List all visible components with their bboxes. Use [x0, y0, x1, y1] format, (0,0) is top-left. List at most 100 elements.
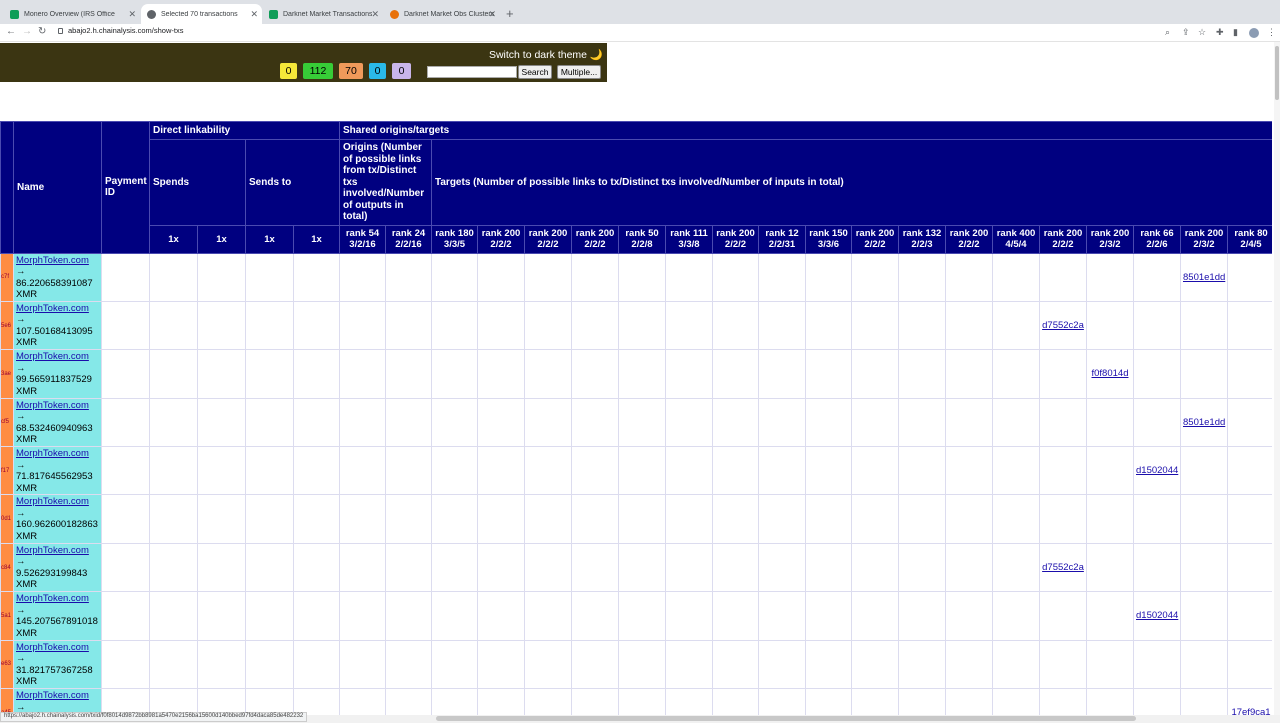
back-icon[interactable]: ← — [6, 26, 16, 37]
browser-tab-active[interactable]: Selected 70 transactions ✕ — [141, 4, 262, 24]
link-cell — [339, 300, 386, 351]
close-tab-icon[interactable]: ✕ — [488, 9, 496, 20]
service-link[interactable]: MorphToken.com — [16, 255, 89, 266]
link-cell — [945, 542, 993, 593]
tx-side-label[interactable]: 3ae — [0, 349, 14, 399]
service-link[interactable]: MorphToken.com — [16, 400, 89, 411]
menu-icon[interactable]: ⋮ — [1267, 27, 1276, 38]
search-button[interactable]: Search — [518, 65, 552, 79]
browser-tab[interactable]: Darknet Market Obs Clusters ✕ — [384, 4, 500, 24]
tx-hash-link[interactable]: f0f8014d — [1092, 368, 1129, 379]
tx-side-label[interactable]: 5a1 — [0, 591, 14, 641]
service-link[interactable]: MorphToken.com — [16, 545, 89, 556]
tx-side-label[interactable]: 5e6 — [0, 300, 14, 351]
vertical-scrollbar[interactable] — [1274, 42, 1280, 723]
tx-side-label[interactable]: c84 — [0, 542, 14, 593]
vertical-scroll-thumb[interactable] — [1275, 46, 1279, 100]
direct-cell — [197, 446, 246, 496]
tx-side-label[interactable]: f17 — [0, 446, 14, 496]
service-link[interactable]: MorphToken.com — [16, 496, 89, 507]
multiple-button[interactable]: Multiple... — [557, 65, 601, 79]
tx-hash-link[interactable]: 17ef9ca1 — [1231, 707, 1270, 715]
sidepanel-icon[interactable]: ▮ — [1233, 27, 1238, 38]
arrow: → — [16, 653, 26, 665]
link-cell — [851, 300, 899, 351]
bookmark-star-icon[interactable]: ☆ — [1198, 27, 1206, 38]
link-cell — [665, 591, 713, 641]
link-cell — [385, 300, 432, 351]
tx-hash-link[interactable]: d1502044 — [1136, 610, 1178, 621]
table-row: c7f MorphToken.com → 86.220658391087 XMR 8501… — [0, 252, 1272, 302]
link-cell — [898, 591, 946, 641]
browser-tab-bar: Monero Overview (IRS Office · ✕ Selected… — [0, 0, 1280, 24]
service-link[interactable]: MorphToken.com — [16, 593, 89, 604]
address-bar[interactable]: abajo2.h.chainalysis.com/show-txs — [68, 26, 183, 35]
link-cell — [524, 542, 572, 593]
profile-avatar[interactable] — [1249, 28, 1259, 38]
link-cell — [851, 639, 899, 690]
stat-orange[interactable]: 70 — [339, 63, 363, 79]
service-link[interactable]: MorphToken.com — [16, 303, 89, 314]
close-tab-icon[interactable]: ✕ — [250, 9, 258, 20]
link-cell — [1086, 542, 1134, 593]
tx-side-label[interactable]: 0d1 — [0, 494, 14, 544]
link-cell — [385, 639, 432, 690]
tx-side-label[interactable]: cf5 — [0, 397, 14, 448]
stat-purple[interactable]: 0 — [392, 63, 411, 79]
service-link[interactable]: MorphToken.com — [16, 351, 89, 362]
name-cell: MorphToken.com → 99.565911837529 XMR — [13, 349, 102, 399]
forward-icon[interactable]: → — [22, 26, 32, 37]
close-tab-icon[interactable]: ✕ — [371, 9, 379, 20]
direct-cell — [293, 349, 340, 399]
rank-sub: 2/2/2 — [584, 239, 606, 250]
extensions-icon[interactable]: ✚ — [1216, 27, 1224, 38]
payment-id-cell — [101, 349, 150, 399]
tx-hash-link[interactable]: d7552c2a — [1042, 320, 1084, 331]
service-link[interactable]: MorphToken.com — [16, 642, 89, 653]
link-cell — [1133, 542, 1181, 593]
link-cell — [758, 639, 806, 690]
zoom-icon[interactable]: ⌕ — [1165, 27, 1170, 38]
search-input[interactable] — [427, 66, 517, 78]
tx-hash-link[interactable]: 8501e1dd — [1183, 272, 1225, 283]
table-row: cf5 MorphToken.com → 68.532460940963 XMR 8501… — [0, 397, 1272, 448]
direct-cell — [293, 542, 340, 593]
header-rank: rank 66 2/2/6 — [1133, 224, 1181, 254]
link-cell — [431, 494, 478, 544]
link-cell — [477, 494, 525, 544]
link-cell — [524, 639, 572, 690]
tx-side-label[interactable]: e63 — [0, 639, 14, 690]
link-cell — [524, 591, 572, 641]
sheets-favicon-icon — [269, 9, 278, 19]
stat-green[interactable]: 112 — [303, 63, 333, 79]
direct-cell — [149, 349, 198, 399]
browser-tab[interactable]: Darknet Market Transactions ✕ — [263, 4, 383, 24]
link-cell: 8501e1dd — [1180, 397, 1228, 448]
link-cell — [992, 446, 1040, 496]
link-cell — [712, 688, 759, 715]
tx-hash-link[interactable]: d7552c2a — [1042, 562, 1084, 573]
close-tab-icon[interactable]: ✕ — [128, 9, 136, 20]
header-rank: rank 200 2/2/2 — [477, 224, 525, 254]
link-cell — [712, 639, 759, 690]
link-cell — [524, 446, 572, 496]
stat-yellow[interactable]: 0 — [280, 63, 297, 79]
horizontal-scroll-thumb[interactable] — [436, 716, 1136, 721]
share-icon[interactable]: ⇪ — [1182, 27, 1190, 38]
direct-cell — [197, 300, 246, 351]
service-link[interactable]: MorphToken.com — [16, 690, 89, 701]
link-cell — [385, 542, 432, 593]
new-tab-icon[interactable]: + — [506, 6, 514, 21]
service-link[interactable]: MorphToken.com — [16, 448, 89, 459]
link-cell — [851, 494, 899, 544]
name-cell: MorphToken.com → 71.817645562953 XMR — [13, 446, 102, 496]
dark-theme-toggle[interactable]: Switch to dark theme 🌙 — [489, 48, 603, 61]
link-cell — [665, 639, 713, 690]
tx-hash-link[interactable]: 8501e1dd — [1183, 417, 1225, 428]
link-cell — [665, 494, 713, 544]
tx-side-label[interactable]: c7f — [0, 252, 14, 302]
tx-hash-link[interactable]: d1502044 — [1136, 465, 1178, 476]
reload-icon[interactable]: ↻ — [38, 26, 46, 37]
stat-blue[interactable]: 0 — [369, 63, 386, 79]
browser-tab[interactable]: Monero Overview (IRS Office · ✕ — [4, 4, 140, 24]
